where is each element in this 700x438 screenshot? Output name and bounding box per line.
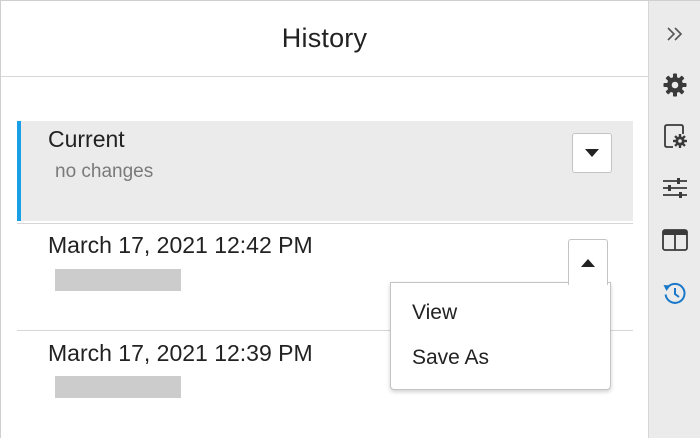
page-title: History xyxy=(281,23,368,53)
history-item-title: Current xyxy=(48,126,125,152)
history-item-subtitle: no changes xyxy=(55,161,154,182)
menu-item-save-as[interactable]: Save As xyxy=(391,342,610,387)
history-item-author-placeholder xyxy=(55,269,181,291)
history-item-dropdown-menu: View Save As xyxy=(390,282,611,390)
menu-item-view[interactable]: View xyxy=(391,297,610,342)
gear-icon[interactable] xyxy=(661,71,689,99)
side-toolbar xyxy=(649,1,700,438)
layout-panel-icon[interactable] xyxy=(661,226,689,254)
panel-header: History xyxy=(1,1,648,77)
collapse-double-chevron-icon[interactable] xyxy=(661,20,689,48)
history-panel: History Current no changes March 17, 202… xyxy=(1,1,649,438)
history-item-timestamp: March 17, 2021 12:42 PM xyxy=(48,232,313,258)
app-window: History Current no changes March 17, 202… xyxy=(0,0,700,438)
history-item-current[interactable]: Current no changes xyxy=(17,121,633,221)
caret-up-icon xyxy=(581,258,595,267)
page-settings-icon[interactable] xyxy=(661,122,689,150)
sliders-icon[interactable] xyxy=(661,174,689,202)
history-item-timestamp: March 17, 2021 12:39 PM xyxy=(48,340,313,366)
history-item-menu-button[interactable] xyxy=(568,239,608,285)
history-icon[interactable] xyxy=(661,279,689,307)
history-item-author-placeholder xyxy=(55,376,181,398)
history-item-menu-button[interactable] xyxy=(572,133,612,173)
caret-down-icon xyxy=(585,149,599,157)
